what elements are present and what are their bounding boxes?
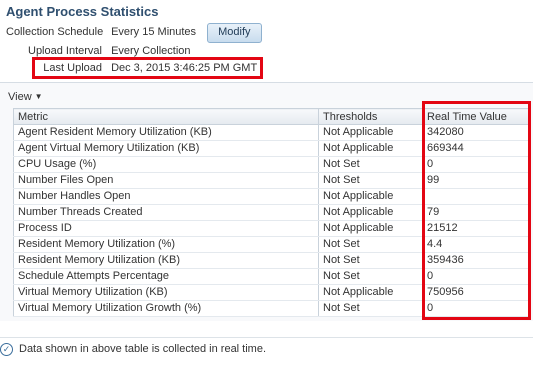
metric-cell: CPU Usage (%) — [13, 156, 319, 173]
view-menu-label: View — [8, 91, 32, 103]
metric-cell: Process ID — [13, 220, 319, 237]
metric-cell: Virtual Memory Utilization (KB) — [13, 284, 319, 301]
metric-cell: Agent Resident Memory Utilization (KB) — [13, 124, 319, 141]
footer-note: ✓ Data shown in above table is collected … — [0, 341, 266, 357]
threshold-cell: Not Set — [318, 252, 423, 269]
threshold-cell: Not Set — [318, 268, 423, 285]
last-upload-highlight-box — [32, 57, 263, 79]
collection-schedule-row: Collection Schedule Every 15 Minutes Mod… — [6, 23, 262, 43]
footer-note-text: Data shown in above table is collected i… — [19, 343, 267, 355]
threshold-cell: Not Applicable — [318, 140, 423, 157]
threshold-cell: Not Set — [318, 172, 423, 189]
metric-cell: Resident Memory Utilization (KB) — [13, 252, 319, 269]
metric-cell: Agent Virtual Memory Utilization (KB) — [13, 140, 319, 157]
threshold-cell: Not Applicable — [318, 188, 423, 205]
threshold-cell: Not Set — [318, 300, 423, 317]
column-header-metric[interactable]: Metric — [13, 108, 319, 125]
threshold-cell: Not Applicable — [318, 220, 423, 237]
threshold-cell: Not Set — [318, 156, 423, 173]
metric-cell: Virtual Memory Utilization Growth (%) — [13, 300, 319, 317]
metric-cell: Number Files Open — [13, 172, 319, 189]
check-circle-icon: ✓ — [0, 342, 13, 356]
column-header-thresholds[interactable]: Thresholds — [318, 108, 423, 125]
metric-cell: Resident Memory Utilization (%) — [13, 236, 319, 253]
threshold-cell: Not Set — [318, 236, 423, 253]
view-menu[interactable]: View ▼ — [8, 89, 43, 105]
metric-cell: Schedule Attempts Percentage — [13, 268, 319, 285]
real-time-value-highlight-box — [422, 101, 531, 320]
threshold-cell: Not Applicable — [318, 124, 423, 141]
metric-cell: Number Threads Created — [13, 204, 319, 221]
threshold-cell: Not Applicable — [318, 284, 423, 301]
modify-button[interactable]: Modify — [207, 23, 262, 43]
metric-cell: Number Handles Open — [13, 188, 319, 205]
collection-schedule-value: Every 15 Minutes — [111, 26, 197, 38]
footer-divider — [0, 337, 533, 338]
chevron-down-icon: ▼ — [34, 92, 43, 101]
upload-interval-value: Every Collection — [111, 45, 191, 57]
collection-schedule-label: Collection Schedule — [6, 26, 104, 38]
page-title: Agent Process Statistics — [6, 4, 159, 19]
threshold-cell: Not Applicable — [318, 204, 423, 221]
